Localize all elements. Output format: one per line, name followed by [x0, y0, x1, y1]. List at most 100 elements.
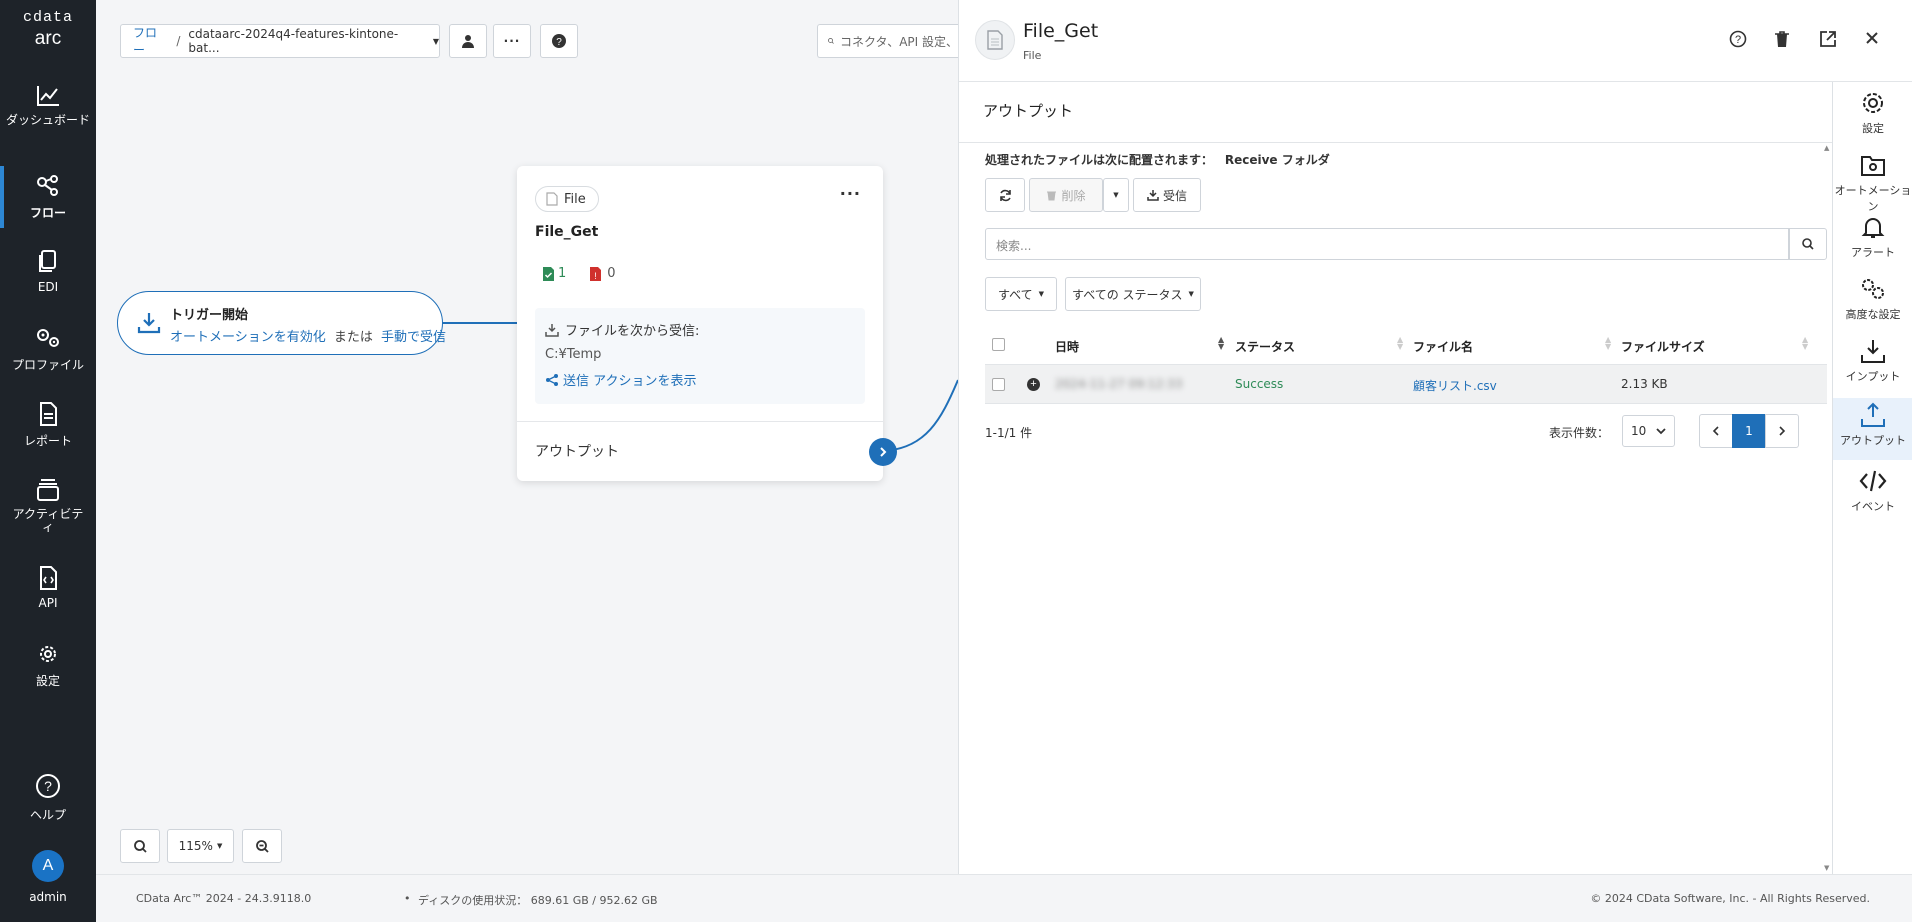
- column-status[interactable]: ステータス: [1235, 338, 1295, 355]
- connector-detail-panel: File_Get File ? アウトプット 処理されたファイルは次に配置されま…: [958, 0, 1912, 874]
- delete-dropdown-toggle[interactable]: ▼: [1103, 178, 1129, 212]
- chevron-down-icon: [1656, 428, 1666, 435]
- bell-icon: [1861, 218, 1885, 238]
- sort-icon[interactable]: ▲ ▼: [1397, 336, 1403, 351]
- panel-close-button[interactable]: [1865, 31, 1879, 49]
- show-send-action-link[interactable]: 送信 アクションを表示: [545, 370, 855, 389]
- tab-alert[interactable]: アラート: [1833, 214, 1912, 270]
- file-search-input[interactable]: 検索...: [985, 228, 1789, 260]
- info-button[interactable]: ?: [540, 24, 578, 58]
- download-icon: [1861, 340, 1885, 363]
- svg-text:!: !: [595, 271, 598, 281]
- nav-edi[interactable]: EDI: [0, 250, 96, 294]
- row-checkbox[interactable]: [992, 378, 1005, 391]
- chevron-right-icon: [880, 447, 887, 457]
- enable-automation-link[interactable]: オートメーションを有効化: [170, 330, 326, 345]
- sort-desc-icon[interactable]: ▲ ▼: [1218, 336, 1224, 351]
- success-count[interactable]: 1: [558, 266, 566, 281]
- manual-receive-link[interactable]: 手動で受信: [381, 330, 446, 345]
- filter-status-select[interactable]: すべての ステータス ▼: [1065, 277, 1201, 311]
- receive-info-box: ファイルを次から受信: C:¥Temp 送信 アクションを表示: [535, 308, 865, 404]
- connector-search-input[interactable]: コネクタ、API 設定、: [817, 24, 958, 58]
- chart-line-icon: [37, 86, 59, 106]
- svg-text:?: ?: [1735, 34, 1741, 46]
- nav-user[interactable]: A admin: [0, 850, 96, 904]
- expand-row-icon[interactable]: +: [1027, 378, 1040, 391]
- zoom-level-select[interactable]: 115% ▼: [167, 829, 234, 863]
- column-datetime[interactable]: 日時: [1055, 338, 1079, 355]
- column-filename[interactable]: ファイル名: [1413, 338, 1473, 355]
- prev-page-button[interactable]: [1699, 414, 1733, 448]
- nav-report[interactable]: レポート: [0, 402, 96, 449]
- table-row[interactable]: + 2024-11-27 09:12:33 Success 顧客リスト.csv …: [985, 364, 1827, 404]
- search-button[interactable]: [1789, 228, 1827, 260]
- row-filename-link[interactable]: 顧客リスト.csv: [1413, 377, 1497, 394]
- user-button[interactable]: [449, 24, 487, 58]
- panel-header: File_Get File ?: [959, 0, 1912, 82]
- workspace-name: cdataarc-2024q4-features-kintone-bat...: [188, 27, 399, 55]
- page-size-select[interactable]: 10: [1622, 415, 1675, 447]
- tab-input[interactable]: インプット: [1833, 338, 1912, 394]
- search-icon: [1802, 238, 1814, 250]
- svg-text:?: ?: [556, 37, 562, 48]
- row-datetime: 2024-11-27 09:12:33: [1055, 377, 1183, 391]
- trash-icon: [1775, 31, 1789, 47]
- page-1-button[interactable]: 1: [1732, 414, 1766, 448]
- zoom-in-button[interactable]: [120, 829, 160, 863]
- nav-flow[interactable]: フロー: [0, 166, 96, 228]
- scroll-down-icon[interactable]: ▼: [1824, 864, 1829, 872]
- select-all-checkbox[interactable]: [992, 338, 1005, 351]
- nav-api[interactable]: API: [0, 566, 96, 610]
- help-circle-icon: ?: [552, 34, 566, 48]
- panel-popout-button[interactable]: [1819, 30, 1837, 52]
- node-menu-button[interactable]: ···: [840, 184, 861, 203]
- tab-events[interactable]: イベント: [1833, 468, 1912, 524]
- tab-output[interactable]: アウトプット: [1833, 398, 1912, 460]
- nav-help[interactable]: ? ヘルプ: [0, 772, 96, 823]
- sort-icon[interactable]: ▲ ▼: [1605, 336, 1611, 351]
- panel-help-button[interactable]: ?: [1729, 30, 1747, 52]
- sort-icon[interactable]: ▲ ▼: [1802, 336, 1808, 351]
- trigger-start-node[interactable]: トリガー開始 オートメーションを有効化 または 手動で受信: [117, 291, 446, 355]
- gears-icon: [37, 329, 59, 347]
- refresh-button[interactable]: [985, 178, 1025, 212]
- table-header: 日時 ▲ ▼ ステータス ▲ ▼ ファイル名 ▲ ▼ ファイルサイズ ▲ ▼: [985, 328, 1827, 364]
- left-sidebar: cdata arc ダッシュボード フロー EDI プロファイル レポート アク…: [0, 0, 96, 922]
- file-connector-node[interactable]: File ··· File_Get 1 ! 0 ファイルを次から受信: C:¥T…: [517, 166, 897, 481]
- more-button[interactable]: ···: [493, 24, 531, 58]
- pagination-range: 1-1/1 件: [985, 426, 1033, 440]
- nav-settings[interactable]: 設定: [0, 642, 96, 689]
- caret-down-icon: ▼: [1188, 290, 1194, 298]
- connector-type-badge: File: [535, 186, 599, 212]
- search-icon: [828, 38, 834, 44]
- column-filesize[interactable]: ファイルサイズ: [1621, 338, 1705, 355]
- zoom-out-icon: [255, 839, 269, 853]
- nav-profile[interactable]: プロファイル: [0, 326, 96, 373]
- error-count[interactable]: 0: [607, 266, 615, 281]
- tab-advanced[interactable]: 高度な設定: [1833, 276, 1912, 332]
- tab-automation[interactable]: オートメーション: [1833, 152, 1912, 213]
- file-icon: [546, 192, 558, 206]
- scroll-up-icon[interactable]: ▲: [1824, 144, 1829, 152]
- cdata-arc-logo[interactable]: cdata arc: [0, 10, 96, 48]
- nav-dashboard[interactable]: ダッシュボード: [0, 84, 96, 127]
- receive-button[interactable]: 受信: [1133, 178, 1201, 212]
- filter-all-select[interactable]: すべて ▼: [985, 277, 1057, 311]
- output-port-button[interactable]: [869, 438, 897, 466]
- connector-avatar: [975, 20, 1015, 60]
- breadcrumb-root[interactable]: フロー: [133, 24, 168, 58]
- ellipsis-icon: ···: [503, 34, 521, 48]
- tab-settings[interactable]: 設定: [1833, 90, 1912, 146]
- upload-icon: [1861, 402, 1885, 427]
- zoom-out-button[interactable]: [242, 829, 282, 863]
- delete-button[interactable]: 削除: [1029, 178, 1103, 212]
- caret-down-icon: ▼: [1113, 191, 1119, 199]
- documents-icon: [39, 250, 56, 272]
- next-page-button[interactable]: [1765, 414, 1799, 448]
- download-icon: [137, 313, 161, 334]
- api-code-file-icon: [40, 566, 57, 590]
- nav-activity[interactable]: アクティビティ: [0, 478, 96, 534]
- chevron-right-icon: [1779, 426, 1786, 436]
- workspace-breadcrumb[interactable]: フロー / cdataarc-2024q4-features-kintone-b…: [120, 24, 440, 58]
- panel-delete-button[interactable]: [1774, 30, 1790, 52]
